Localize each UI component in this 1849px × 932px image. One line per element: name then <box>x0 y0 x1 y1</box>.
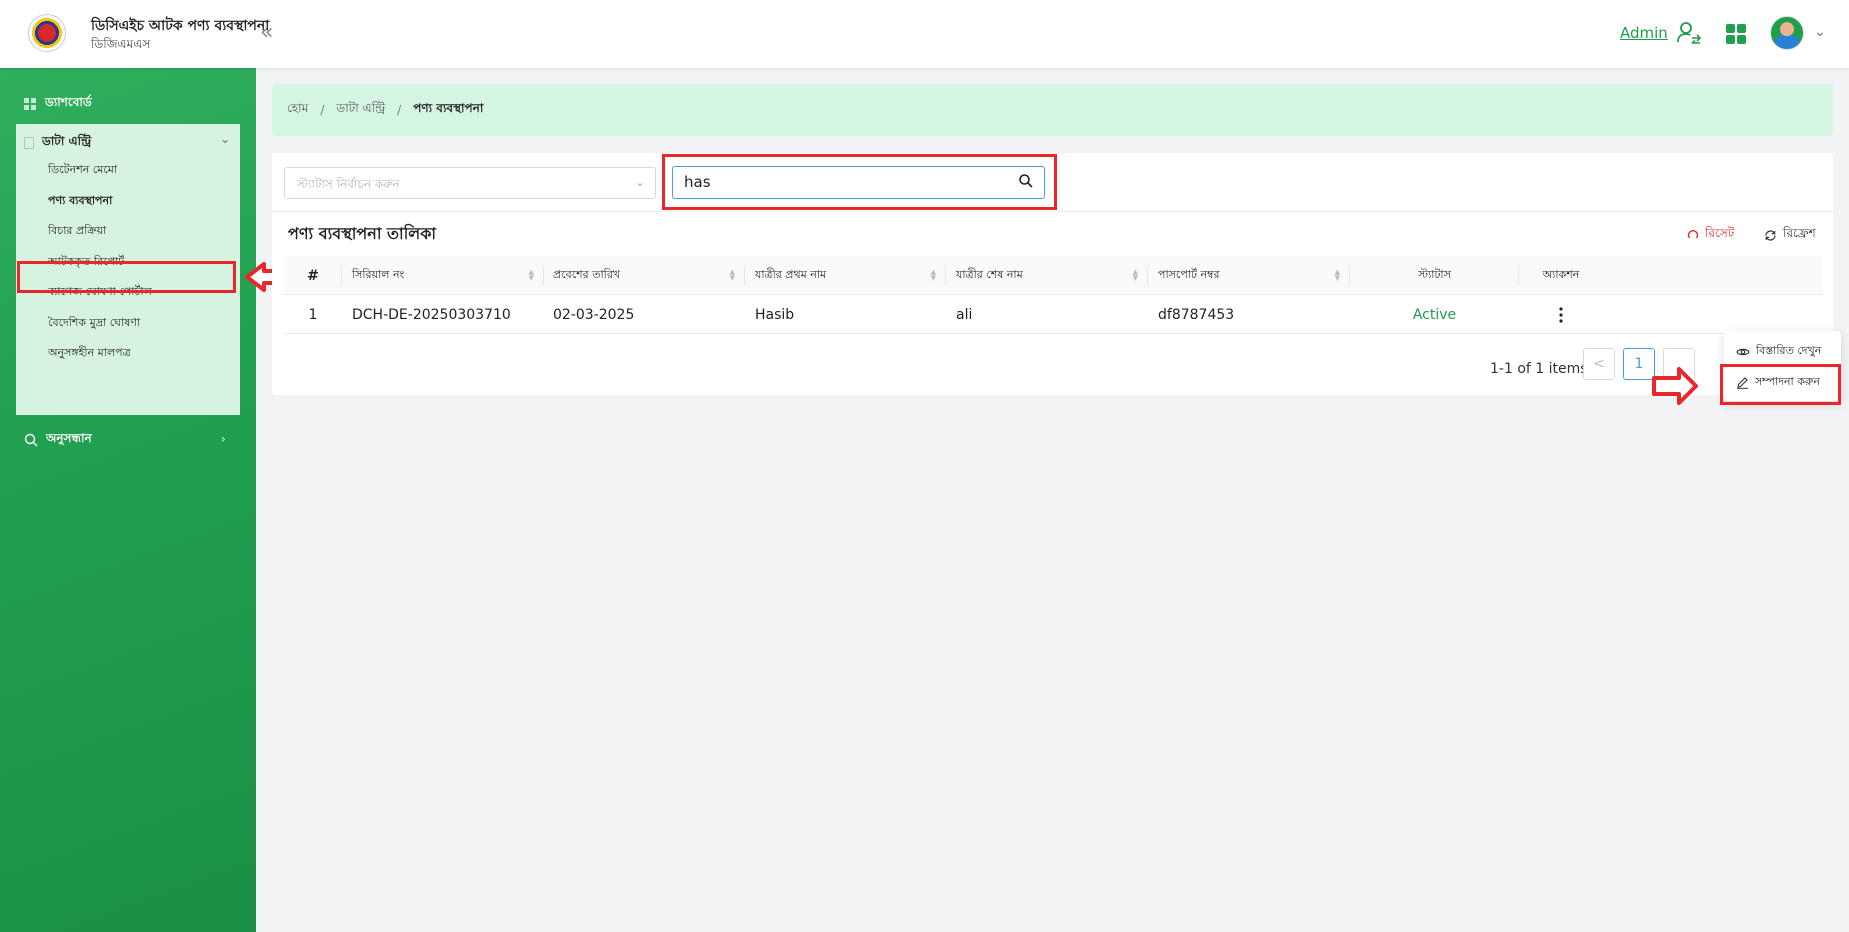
reset-icon <box>1687 229 1699 239</box>
pagination-summary: 1-1 of 1 items <box>1490 361 1588 377</box>
refresh-icon <box>1765 229 1776 241</box>
column-header-index: # <box>284 256 342 295</box>
column-header-label: অ্যাকশন <box>1542 268 1580 281</box>
menu-item-label: বিস্তারিত দেখুন <box>1756 344 1822 357</box>
cell-index: 1 <box>308 306 318 323</box>
admin-link[interactable]: Admin <box>1620 24 1668 42</box>
sort-icon[interactable]: ▲ ▼ <box>931 269 936 282</box>
user-avatar[interactable] <box>1770 16 1804 50</box>
status-select[interactable]: স্ট্যাটাস নির্বাচন করুন ⌄ <box>284 167 656 199</box>
column-header-status: স্ট্যাটাস <box>1350 256 1519 295</box>
breadcrumb-home[interactable]: হোম <box>287 100 308 120</box>
pagination-prev-button[interactable]: < <box>1583 348 1615 380</box>
table-row: 1 DCH-DE-20250303710 02-03-2025 Hasib al… <box>284 295 1823 334</box>
status-badge: Active <box>1412 306 1457 323</box>
chevron-right-icon[interactable]: › <box>221 432 226 446</box>
column-header-action: অ্যাকশন <box>1519 256 1603 295</box>
sidebar-item-data-entry[interactable]: ডাটা এন্ট্রি <box>24 133 91 153</box>
apps-grid-icon[interactable] <box>1726 24 1746 44</box>
sidebar-item-detention-memo[interactable]: ডিটেনশন মেমো <box>48 161 117 180</box>
column-header-first-name[interactable]: যাত্রীর প্রথম নাম ▲ ▼ <box>745 256 946 295</box>
column-header-entry-date[interactable]: প্রবেশের তারিখ ▲ ▼ <box>544 256 745 295</box>
table-title: পণ্য ব্যবস্থাপনা তালিকা <box>288 224 437 243</box>
cell-passport: df8787453 <box>1158 306 1235 323</box>
dashboard-icon <box>24 98 36 110</box>
highlight-box <box>17 261 236 293</box>
table-header: # সিরিয়াল নং ▲ ▼ প্রবেশের তারিখ ▲ ▼ যাত্র… <box>284 256 1823 295</box>
breadcrumb-separator: / <box>397 103 402 117</box>
sidebar: ড্যাশবোর্ড ডাটা এন্ট্রি ⌄ ডিটেনশন মেমো প… <box>0 68 294 932</box>
user-switch-icon[interactable] <box>1676 20 1702 46</box>
cell-entry-date: 02-03-2025 <box>553 306 635 323</box>
sort-icon[interactable]: ▲ ▼ <box>1335 269 1340 282</box>
column-header-label: যাত্রীর শেষ নাম <box>956 268 1023 281</box>
chevron-down-icon[interactable]: ⌄ <box>220 132 230 146</box>
sidebar-item-unaccompanied-baggage[interactable]: অনুসঙ্গহীন মালপত্র <box>48 344 131 363</box>
cell-first-name: Hasib <box>755 306 795 323</box>
sidebar-item-label: ড্যাশবোর্ড <box>45 95 92 109</box>
more-vertical-icon[interactable] <box>1559 306 1563 323</box>
sidebar-item-label: অনুসন্ধান <box>46 431 92 445</box>
refresh-label: রিফ্রেশ <box>1783 226 1816 240</box>
column-header-serial[interactable]: সিরিয়াল নং ▲ ▼ <box>342 256 544 295</box>
column-header-label: যাত্রীর প্রথম নাম <box>755 268 827 281</box>
chevron-down-icon[interactable]: ⌄ <box>1814 24 1826 40</box>
column-header-label: প্রবেশের তারিখ <box>553 268 621 281</box>
cell-serial: DCH-DE-20250303710 <box>352 306 511 323</box>
chevron-down-icon: ⌄ <box>634 175 645 189</box>
sort-icon[interactable]: ▲ ▼ <box>1133 269 1138 282</box>
status-select-placeholder: স্ট্যাটাস নির্বাচন করুন <box>297 177 400 191</box>
app-logo <box>28 14 66 52</box>
column-header-label: স্ট্যাটাস <box>1418 268 1451 281</box>
column-header-label: সিরিয়াল নং <box>352 268 405 281</box>
sort-icon[interactable]: ▲ ▼ <box>730 269 735 282</box>
reset-label: রিসেট <box>1705 226 1735 240</box>
search-icon <box>24 433 38 447</box>
column-header-last-name[interactable]: যাত্রীর শেষ নাম ▲ ▼ <box>946 256 1148 295</box>
breadcrumb-data-entry[interactable]: ডাটা এন্ট্রি <box>336 100 385 120</box>
app-subtitle: ডিজিএমএস <box>91 37 151 51</box>
app-title: ডিসিএইচ আটক পণ্য ব্যবস্থাপনা <box>91 18 270 34</box>
refresh-button[interactable]: রিফ্রেশ <box>1764 225 1816 245</box>
highlight-box <box>1720 364 1841 405</box>
sidebar-item-trial-process[interactable]: বিচার প্রক্রিয়া <box>48 222 106 241</box>
breadcrumb-current: পণ্য ব্যবস্থাপনা <box>413 101 484 115</box>
top-header: ডিসিএইচ আটক পণ্য ব্যবস্থাপনা ডিজিএমএস « … <box>0 0 1849 68</box>
divider <box>272 211 1833 212</box>
reset-button[interactable]: রিসেট <box>1687 225 1734 245</box>
sidebar-item-goods-management[interactable]: পণ্য ব্যবস্থাপনা <box>48 192 112 211</box>
cell-last-name: ali <box>956 306 973 323</box>
sidebar-item-dashboard[interactable]: ড্যাশবোর্ড <box>24 94 92 114</box>
sidebar-item-currency-declaration[interactable]: বৈদেশিক মুদ্রা ঘোষণা <box>48 314 140 333</box>
sidebar-item-label: ডাটা এন্ট্রি <box>42 134 92 148</box>
collapse-sidebar-icon[interactable]: « <box>260 22 273 44</box>
view-details-menu-item[interactable]: বিস্তারিত দেখুন <box>1736 342 1821 361</box>
arrow-right-annotation <box>1652 367 1698 405</box>
column-header-passport[interactable]: পাসপোর্ট নম্বর ▲ ▼ <box>1148 256 1350 295</box>
sidebar-item-search[interactable]: অনুসন্ধান <box>24 430 92 450</box>
breadcrumb: হোম / ডাটা এন্ট্রি / পণ্য ব্যবস্থাপনা <box>272 84 1833 136</box>
sort-icon[interactable]: ▲ ▼ <box>529 269 534 282</box>
column-header-label: পাসপোর্ট নম্বর <box>1158 268 1220 281</box>
column-header-label: # <box>307 267 319 284</box>
row-actions-cell <box>1519 295 1603 334</box>
document-icon <box>24 137 34 149</box>
eye-icon <box>1736 348 1750 355</box>
goods-table-card: স্ট্যাটাস নির্বাচন করুন ⌄ has পণ্য ব্যবস… <box>272 153 1833 395</box>
breadcrumb-separator: / <box>320 103 325 117</box>
highlight-box <box>662 154 1057 210</box>
